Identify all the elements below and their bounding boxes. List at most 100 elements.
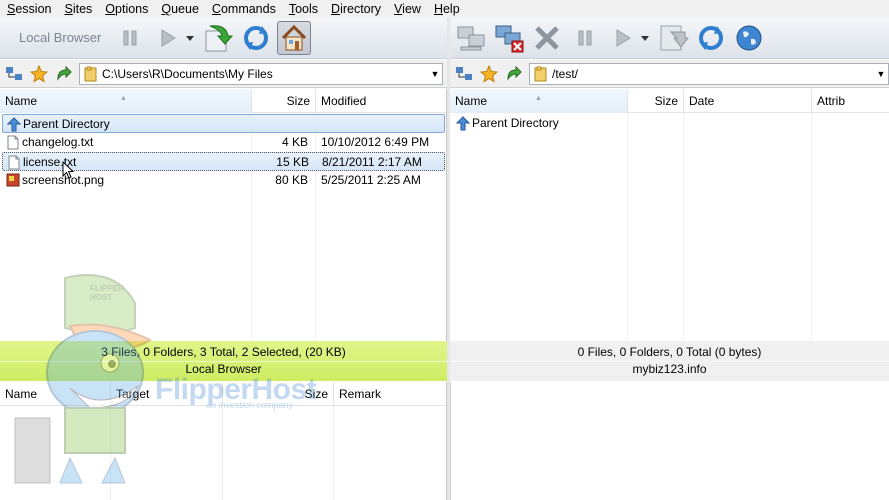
column-name[interactable]: ▲ Name xyxy=(450,89,628,113)
remote-favorites-button[interactable] xyxy=(478,63,500,85)
local-path-field[interactable]: C:\Users\R\Documents\My Files ▼ xyxy=(79,62,443,85)
star-icon xyxy=(480,64,498,83)
chevron-down-icon xyxy=(641,35,649,41)
menu-sites[interactable]: Sites xyxy=(57,0,98,18)
up-arrow-icon xyxy=(57,65,72,81)
refresh-icon xyxy=(699,26,723,50)
remote-pause-button[interactable] xyxy=(568,21,602,55)
remote-refresh-button[interactable] xyxy=(694,21,728,55)
remote-status-text: 0 Files, 0 Folders, 0 Total (0 bytes) xyxy=(577,345,762,359)
play-dropdown[interactable] xyxy=(185,21,195,55)
remote-toolbar xyxy=(450,18,889,59)
file-modified: 5/25/2011 2:25 AM xyxy=(321,173,421,187)
remote-path-field[interactable]: /test/ ▼ xyxy=(529,62,889,85)
column-size[interactable]: Size xyxy=(252,89,316,113)
play-icon xyxy=(616,29,631,47)
remote-column-header: ▲ Name Size Date Attrib xyxy=(450,89,889,113)
column-attrib[interactable]: Attrib xyxy=(812,89,889,113)
mouse-cursor-icon xyxy=(62,161,74,179)
chevron-down-icon[interactable]: ▼ xyxy=(428,69,442,79)
connect-button[interactable] xyxy=(454,21,488,55)
menu-commands[interactable]: Commands xyxy=(205,0,282,18)
file-size: 80 KB xyxy=(275,173,308,187)
network-icon xyxy=(6,66,22,80)
upload-icon xyxy=(205,25,234,52)
pause-icon xyxy=(123,30,137,46)
folder-icon xyxy=(534,66,547,81)
up-folder-button[interactable] xyxy=(53,63,75,85)
local-status-bar: 3 Files, 0 Folders, 3 Total, 2 Selected,… xyxy=(0,341,447,381)
column-size[interactable]: Size xyxy=(628,89,684,113)
menu-tools[interactable]: Tools xyxy=(282,0,324,18)
file-name: Parent Directory xyxy=(23,117,110,131)
parent-directory-icon xyxy=(6,116,21,132)
download-button[interactable] xyxy=(656,21,690,55)
remote-site-manager-button[interactable] xyxy=(453,63,475,85)
favorites-button[interactable] xyxy=(28,63,50,85)
menu-session[interactable]: Session xyxy=(0,0,57,18)
list-item[interactable]: Parent Directory xyxy=(452,114,887,133)
column-divider xyxy=(333,406,334,500)
menu-options[interactable]: Options xyxy=(98,0,154,18)
local-toolbar: Local Browser xyxy=(0,18,447,59)
pause-button[interactable] xyxy=(113,21,147,55)
queue-column-size[interactable]: Size xyxy=(223,382,334,406)
local-column-header: ▲ Name Size Modified xyxy=(0,89,446,113)
transfer-queue: Name Target Size Remark xyxy=(0,382,447,500)
home-button[interactable] xyxy=(277,21,312,55)
remote-file-list: ▲ Name Size Date Attrib Parent Directory xyxy=(450,89,889,341)
pause-icon xyxy=(578,30,592,46)
queue-column-remark[interactable]: Remark xyxy=(334,382,447,406)
column-divider xyxy=(627,113,628,341)
web-button[interactable] xyxy=(732,21,766,55)
queue-column-name[interactable]: Name xyxy=(0,382,111,406)
network-icon xyxy=(456,66,472,80)
file-modified: 8/21/2011 2:17 AM xyxy=(322,155,422,169)
refresh-button[interactable] xyxy=(239,21,273,55)
local-browser-label: Local Browser xyxy=(19,30,102,45)
upload-button[interactable] xyxy=(201,21,235,55)
site-manager-button[interactable] xyxy=(3,63,25,85)
download-icon xyxy=(660,25,689,51)
remote-play-dropdown[interactable] xyxy=(640,21,650,55)
list-item[interactable]: Parent Directory xyxy=(2,114,445,133)
chevron-down-icon[interactable]: ▼ xyxy=(874,69,888,79)
list-item[interactable]: changelog.txt 4 KB 10/10/2012 6:49 PM xyxy=(2,133,445,152)
menu-bar: Session Sites Options Queue Commands Too… xyxy=(0,0,889,18)
column-divider xyxy=(683,113,684,341)
local-status-text: 3 Files, 0 Folders, 3 Total, 2 Selected,… xyxy=(101,345,346,359)
column-divider xyxy=(110,406,111,500)
file-modified: 10/10/2012 6:49 PM xyxy=(321,135,430,149)
remote-up-folder-button[interactable] xyxy=(503,63,525,85)
column-modified[interactable]: Modified xyxy=(316,89,446,113)
chevron-down-icon xyxy=(186,35,195,41)
text-file-icon xyxy=(6,154,21,170)
disconnect-icon xyxy=(495,25,524,53)
close-icon xyxy=(535,26,559,50)
file-name: Parent Directory xyxy=(472,116,559,130)
sort-ascending-icon: ▲ xyxy=(535,95,542,102)
file-size: 15 KB xyxy=(276,155,309,169)
image-file-icon xyxy=(5,172,20,188)
refresh-icon xyxy=(244,26,269,50)
column-divider xyxy=(811,113,812,341)
column-date[interactable]: Date xyxy=(684,89,812,113)
file-size: 4 KB xyxy=(281,135,308,149)
queue-column-target[interactable]: Target xyxy=(111,382,223,406)
up-arrow-icon xyxy=(507,65,522,81)
remote-path-text: /test/ xyxy=(552,66,579,81)
menu-view[interactable]: View xyxy=(387,0,427,18)
disconnect-button[interactable] xyxy=(492,21,526,55)
menu-help[interactable]: Help xyxy=(427,0,466,18)
abort-button[interactable] xyxy=(530,21,564,55)
local-path-text: C:\Users\R\Documents\My Files xyxy=(102,66,273,81)
play-button[interactable] xyxy=(151,21,185,55)
sort-ascending-icon: ▲ xyxy=(120,95,127,102)
column-name[interactable]: ▲ Name xyxy=(0,89,252,113)
text-file-icon xyxy=(5,134,20,150)
file-name: license.txt xyxy=(23,155,77,169)
menu-queue[interactable]: Queue xyxy=(154,0,205,18)
menu-directory[interactable]: Directory xyxy=(324,0,387,18)
column-divider xyxy=(222,406,223,500)
remote-play-button[interactable] xyxy=(606,21,640,55)
